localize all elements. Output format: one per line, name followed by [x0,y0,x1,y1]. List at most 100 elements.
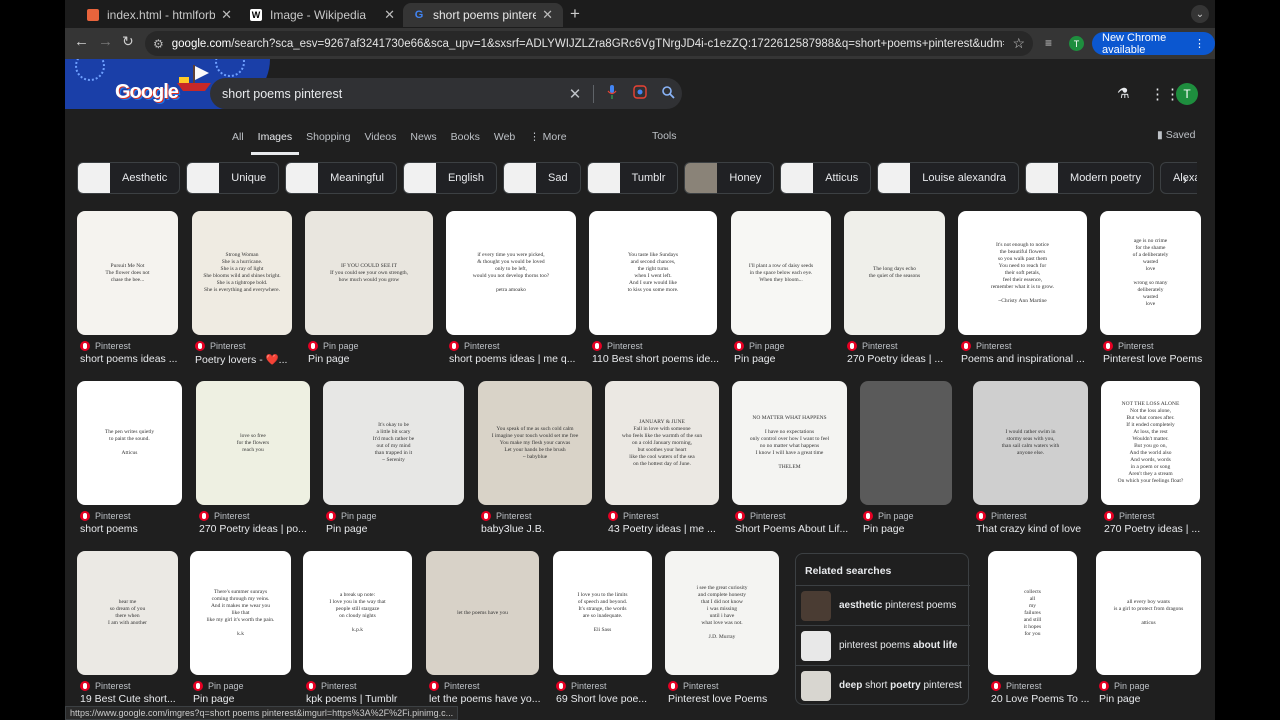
image-result-card[interactable]: NOT THE LOSS ALONE Not the loss alone, B… [1101,381,1200,537]
result-caption[interactable]: Pin page [308,353,446,365]
image-result-card[interactable]: There's summer sunrays coming through my… [190,551,291,707]
result-thumbnail[interactable]: a break up note: I love you in the way t… [303,551,412,675]
tab-images[interactable]: Images [250,129,300,155]
result-thumbnail[interactable]: all every boy wants is a girl to protect… [1096,551,1201,675]
result-caption[interactable]: Poems and inspirational ... [961,353,1100,365]
tab-wikipedia[interactable]: W Image - Wikipedia ✕ [240,3,405,27]
close-icon[interactable]: ✕ [221,7,232,23]
result-source[interactable]: Pinterest [592,341,643,351]
chip-english[interactable]: English [402,162,498,194]
result-source[interactable]: Pin page [193,681,244,691]
image-result-card[interactable]: You speak of me as such cold calm I imag… [478,381,592,537]
result-thumbnail[interactable]: There's summer sunrays coming through my… [190,551,291,675]
result-caption[interactable]: Pin page [193,693,304,705]
image-result-card[interactable]: It's okay to be a little bit scary It'd … [323,381,464,537]
image-result-card[interactable]: let the poems have you Pinterest let the p… [426,551,540,707]
result-thumbnail[interactable] [860,381,952,505]
result-caption[interactable]: Pinterest love Poems [1103,353,1214,365]
chip-tumblr[interactable]: Tumblr [586,162,679,194]
tab-videos[interactable]: Videos [357,129,403,155]
result-thumbnail[interactable]: Strong Woman She is a hurricane. She is … [192,211,292,335]
result-caption[interactable]: 270 Poetry ideas | ... [847,353,958,365]
result-caption[interactable]: short poems ideas | me q... [449,353,589,365]
result-caption[interactable]: short poems ideas ... [80,353,191,365]
result-source[interactable]: Pinterest [195,341,246,351]
image-result-card[interactable]: love so free for the flowers reach you Pi… [196,381,310,537]
result-source[interactable]: Pinterest [608,511,659,521]
result-thumbnail[interactable]: The long days echo the quiet of the seas… [844,211,945,335]
result-caption[interactable]: Pin page [1099,693,1214,705]
tab-google-search[interactable]: G short poems pinterest - Google ✕ [403,3,563,27]
forward-icon[interactable]: → [98,33,113,50]
image-result-card[interactable]: if every time you were picked, & thought… [446,211,576,367]
reload-icon[interactable]: ↻ [122,33,134,50]
lens-icon[interactable] [626,85,654,102]
result-thumbnail[interactable]: hear me so dream of you there when I am … [77,551,178,675]
result-source[interactable]: Pin page [326,511,377,521]
result-caption[interactable]: Pin page [863,523,965,535]
tab-books[interactable]: Books [444,129,487,155]
result-caption[interactable]: baby3lue J.B. [481,523,605,535]
tab-all[interactable]: All [225,129,251,155]
result-source[interactable]: Pinterest [976,511,1027,521]
address-bar[interactable]: ⚙ google.com/search?sca_esv=9267af324173… [145,31,1033,56]
result-thumbnail[interactable]: love so free for the flowers reach you [196,381,310,505]
back-icon[interactable]: ← [74,33,89,50]
result-caption[interactable]: Pin page [734,353,844,365]
image-result-card[interactable]: JANUARY & JUNE Fall in love with someone… [605,381,719,537]
result-caption[interactable]: 270 Poetry ideas | ... [1104,523,1213,535]
result-caption[interactable]: let the poems have yo... [429,693,552,705]
result-source[interactable]: Pin page [308,341,359,351]
profile-avatar[interactable]: T [1069,36,1084,51]
result-caption[interactable]: Pinterest love Poems [668,693,792,705]
result-thumbnail[interactable]: i see the great curiosity and complete h… [665,551,779,675]
chip-sad[interactable]: Sad [503,162,581,194]
result-source[interactable]: Pinterest [80,341,131,351]
more-vert-icon[interactable]: ⋮ [1194,37,1205,50]
search-icon[interactable] [654,85,682,102]
tab-htmlforbeginners[interactable]: index.html - htmlforbeginners ✕ [77,3,242,27]
chip-modern-poetry[interactable]: Modern poetry [1025,162,1154,194]
result-source[interactable]: Pinterest [449,341,500,351]
search-box[interactable]: short poems pinterest ✕ [210,78,682,109]
bookmark-star-icon[interactable]: ☆ [1012,35,1025,52]
close-icon[interactable]: ✕ [384,7,395,23]
result-source[interactable]: Pinterest [429,681,480,691]
result-thumbnail[interactable]: let the poems have you [426,551,539,675]
result-thumbnail[interactable]: collects all my failures and still it ho… [988,551,1077,675]
result-caption[interactable]: kpk poems | Tumblr [306,693,425,705]
chip-honey[interactable]: Honey [684,162,775,194]
tab-news[interactable]: News [403,129,443,155]
chevron-right-icon[interactable]: › [1172,166,1198,192]
result-source[interactable]: Pinterest [1103,341,1154,351]
clear-icon[interactable]: ✕ [561,85,589,103]
result-thumbnail[interactable]: IF YOU COULD SEE IT If you could see you… [305,211,433,335]
chip-meaningful[interactable]: Meaningful [285,162,397,194]
image-result-card[interactable]: I love you to the limits of speech and b… [553,551,652,707]
result-source[interactable]: Pinterest [80,681,131,691]
result-caption[interactable]: That crazy kind of love [976,523,1101,535]
microphone-icon[interactable] [598,85,626,102]
result-source[interactable]: Pinterest [735,511,786,521]
result-caption[interactable]: Poetry lovers - ❤️... [195,353,305,366]
image-result-card[interactable]: hear me so dream of you there when I am … [77,551,178,707]
result-source[interactable]: Pinterest [556,681,607,691]
image-result-card[interactable]: I would rather swim in stormy seas with … [973,381,1088,537]
result-source[interactable]: Pinterest [991,681,1042,691]
result-source[interactable]: Pin page [863,511,914,521]
tab-shopping[interactable]: Shopping [299,129,357,155]
result-thumbnail[interactable]: Pursuit Me Not The flower does not chase… [77,211,178,335]
image-result-card[interactable]: collects all my failures and still it ho… [988,551,1089,707]
tab-more[interactable]: ⋮ More [522,129,573,155]
image-result-card[interactable]: It's not enough to notice the beautiful … [958,211,1087,367]
result-source[interactable]: Pinterest [847,341,898,351]
result-thumbnail[interactable]: The pen writes quietly to paint the soun… [77,381,182,505]
result-source[interactable]: Pinterest [306,681,357,691]
site-info-icon[interactable]: ⚙ [153,37,164,51]
close-icon[interactable]: ✕ [542,7,553,23]
image-result-card[interactable]: You taste like Sundays and second chance… [589,211,719,367]
media-controls-icon[interactable]: ≡ [1045,36,1052,50]
result-source[interactable]: Pinterest [668,681,719,691]
result-thumbnail[interactable]: It's okay to be a little bit scary It'd … [323,381,464,505]
chip-louise-alexandra[interactable]: Louise alexandra [877,162,1020,194]
